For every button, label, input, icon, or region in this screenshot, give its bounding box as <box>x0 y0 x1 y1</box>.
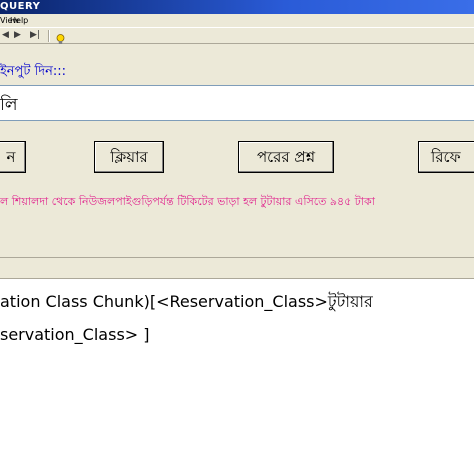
output-panel: ation Class Chunk)[<Reservation_Class>টু… <box>0 279 474 474</box>
output-line-2: servation_Class> ] <box>0 325 150 344</box>
submit-button[interactable]: ন <box>0 141 26 173</box>
query-input[interactable]: লি <box>0 85 474 121</box>
next-icon[interactable]: ▶ <box>12 30 23 41</box>
next-question-button[interactable]: পরের প্রশ্ন <box>238 141 334 173</box>
clear-button[interactable]: ক্লিয়ার <box>94 141 164 173</box>
prev-icon[interactable]: ◀ <box>0 30 11 41</box>
answer-text: ল শিয়ালদা থেকে নিউজলপাইগুড়িপর্যন্ত টিক… <box>0 195 375 208</box>
toolbar-separator <box>48 30 50 42</box>
output-line-1: ation Class Chunk)[<Reservation_Class>টু… <box>0 292 373 311</box>
toolbar: ◀ ▶ ▶| <box>0 27 474 44</box>
menu-item-help[interactable]: Help <box>10 15 28 26</box>
panel-divider <box>0 257 474 279</box>
title-bar: QUERY <box>0 0 474 14</box>
menu-bar: View Help <box>0 14 474 27</box>
last-icon[interactable]: ▶| <box>28 30 42 41</box>
input-prompt-label: ইনপুট দিন::: <box>0 64 67 79</box>
refresh-button[interactable]: রিফে <box>418 141 474 173</box>
query-input-value: লি <box>0 95 18 115</box>
window-title: QUERY <box>0 1 41 12</box>
help-bulb-icon[interactable] <box>56 30 65 44</box>
